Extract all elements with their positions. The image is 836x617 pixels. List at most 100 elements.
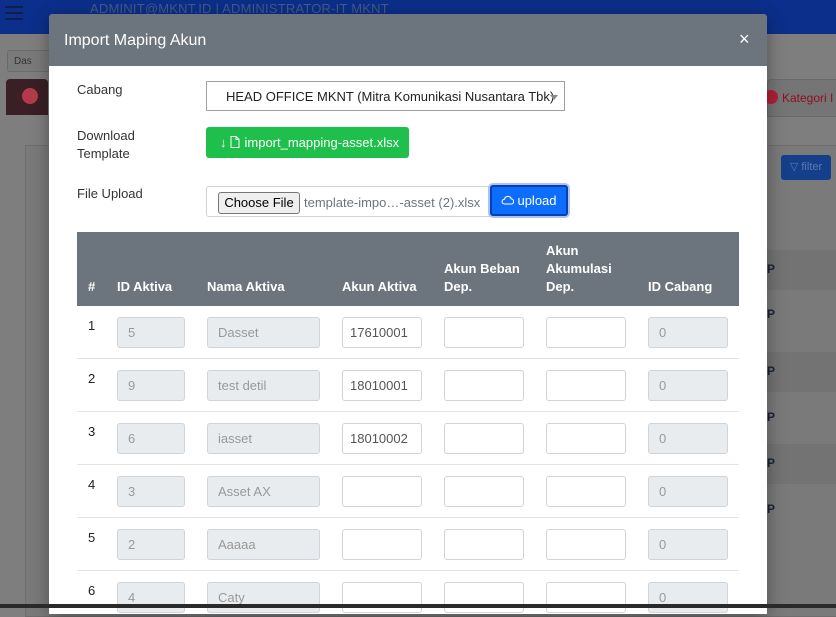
akun-akumulasi-input[interactable] <box>546 476 626 507</box>
nama-aktiva-input[interactable]: iasset <box>207 423 320 454</box>
breadcrumb-label: Das <box>14 56 32 67</box>
upload-button-label: upload <box>517 193 557 208</box>
akun-aktiva-input[interactable] <box>342 529 422 560</box>
header-akun-beban-line2: Dep. <box>444 279 473 294</box>
header-akum-line3: Dep. <box>546 279 575 294</box>
akun-beban-input[interactable] <box>444 476 524 507</box>
nama-aktiva-input[interactable]: Caty <box>207 582 320 613</box>
id-cabang-input[interactable]: 0 <box>648 423 728 454</box>
header-id-aktiva: ID Aktiva <box>117 279 173 294</box>
id-cabang-input[interactable]: 0 <box>648 476 728 507</box>
row-number: 2 <box>88 371 96 386</box>
akun-aktiva-input[interactable] <box>342 476 422 507</box>
row-marker: P <box>767 502 776 516</box>
file-name: template-impo…-asset (2).xlsx <box>304 195 481 210</box>
akun-akumulasi-input[interactable] <box>546 529 626 560</box>
download-label-line1: Download <box>77 128 135 143</box>
download-template-button[interactable]: ↓ import_mapping-asset.xlsx <box>206 127 409 158</box>
akun-akumulasi-input[interactable] <box>546 423 626 454</box>
akun-aktiva-input[interactable]: 18010001 <box>342 370 422 401</box>
file-icon <box>230 136 239 148</box>
taskbar-strip <box>0 604 836 608</box>
akun-beban-input[interactable] <box>444 423 524 454</box>
filter-button[interactable]: ▽ filter <box>781 155 831 180</box>
close-icon[interactable]: × <box>739 29 750 50</box>
file-input[interactable]: Choose File template-impo…-asset (2).xls… <box>206 186 491 217</box>
row-marker: P <box>767 307 776 321</box>
akun-akumulasi-input[interactable] <box>546 370 626 401</box>
filter-label: filter <box>801 161 823 173</box>
akun-akumulasi-input[interactable] <box>546 582 626 613</box>
nama-aktiva-input[interactable]: Aaaaa <box>207 529 320 560</box>
row-number: 1 <box>88 318 96 333</box>
tab-active[interactable] <box>6 79 48 115</box>
header-akum-line1: Akun <box>546 243 579 258</box>
table-row: 3 6 iasset 18010002 0 <box>77 412 739 465</box>
download-label-line2: Template <box>77 146 130 161</box>
header-akun-aktiva: Akun Aktiva <box>342 279 417 294</box>
import-mapping-modal: Import Maping Akun × Cabang HEAD OFFICE … <box>49 14 767 614</box>
akun-beban-input[interactable] <box>444 370 524 401</box>
id-cabang-input[interactable]: 0 <box>648 582 728 613</box>
akun-beban-input[interactable] <box>444 317 524 348</box>
table-row: 4 3 Asset AX 0 <box>77 465 739 518</box>
breadcrumb[interactable]: Das <box>7 50 51 72</box>
id-cabang-input[interactable]: 0 <box>648 529 728 560</box>
id-aktiva-input[interactable]: 5 <box>117 317 185 348</box>
cabang-select[interactable]: HEAD OFFICE MKNT (Mitra Komunikasi Nusan… <box>206 81 565 111</box>
header-akum-line2: Akumulasi <box>546 261 612 276</box>
row-marker: P <box>767 262 776 276</box>
table-row: 1 5 Dasset 17610001 0 <box>77 306 739 359</box>
tab-kategori-label: Kategori I <box>782 91 834 105</box>
header-no: # <box>88 279 96 294</box>
akun-aktiva-input[interactable]: 18010002 <box>342 423 422 454</box>
nama-aktiva-input[interactable]: Dasset <box>207 317 320 348</box>
nama-aktiva-input[interactable]: test detil <box>207 370 320 401</box>
table-row: 5 2 Aaaaa 0 <box>77 518 739 571</box>
header-nama-aktiva: Nama Aktiva <box>207 279 285 294</box>
row-number: 3 <box>88 424 96 439</box>
row-number: 4 <box>88 477 96 492</box>
choose-file-button[interactable]: Choose File <box>218 192 300 214</box>
table-row-stripe <box>767 250 836 290</box>
id-aktiva-input[interactable]: 4 <box>117 582 185 613</box>
id-aktiva-input[interactable]: 2 <box>117 529 185 560</box>
row-number: 5 <box>88 530 96 545</box>
tab-kategori[interactable]: Kategori I <box>764 79 836 117</box>
id-aktiva-input[interactable]: 9 <box>117 370 185 401</box>
id-cabang-input[interactable]: 0 <box>648 317 728 348</box>
table-header: # ID Aktiva Nama Aktiva Akun Aktiva Akun… <box>77 232 739 306</box>
table-row: 2 9 test detil 18010001 0 <box>77 359 739 412</box>
row-number: 6 <box>88 583 96 598</box>
id-aktiva-input[interactable]: 3 <box>117 476 185 507</box>
download-button-label: import_mapping-asset.xlsx <box>244 135 400 150</box>
table-row-stripe <box>767 352 836 392</box>
id-cabang-input[interactable]: 0 <box>648 370 728 401</box>
cabang-select-value: HEAD OFFICE MKNT (Mitra Komunikasi Nusan… <box>226 89 555 104</box>
akun-aktiva-input[interactable]: 17610001 <box>342 317 422 348</box>
akun-aktiva-input[interactable] <box>342 582 422 613</box>
upload-button[interactable]: upload <box>490 185 568 216</box>
nama-aktiva-input[interactable]: Asset AX <box>207 476 320 507</box>
chevron-down-icon <box>550 95 558 100</box>
row-marker: P <box>767 456 776 470</box>
header-akun-beban: Akun Beban Dep. <box>444 260 520 296</box>
tab-icon <box>22 88 38 104</box>
header-akun-akumulasi: Akun Akumulasi Dep. <box>546 242 612 296</box>
id-aktiva-input[interactable]: 6 <box>117 423 185 454</box>
header-id-cabang: ID Cabang <box>648 279 713 294</box>
modal-header: Import Maping Akun × <box>49 14 767 66</box>
row-marker: P <box>767 410 776 424</box>
file-upload-label: File Upload <box>77 186 143 201</box>
hamburger-menu-icon[interactable] <box>5 6 23 20</box>
download-template-label: Download Template <box>77 127 135 163</box>
cloud-upload-icon <box>502 195 515 205</box>
header-akun-beban-line1: Akun Beban <box>444 261 520 276</box>
download-arrow-icon: ↓ <box>220 135 227 150</box>
akun-beban-input[interactable] <box>444 582 524 613</box>
akun-akumulasi-input[interactable] <box>546 317 626 348</box>
row-marker: P <box>767 364 776 378</box>
modal-title: Import Maping Akun <box>64 32 207 49</box>
cabang-label: Cabang <box>77 82 123 97</box>
akun-beban-input[interactable] <box>444 529 524 560</box>
